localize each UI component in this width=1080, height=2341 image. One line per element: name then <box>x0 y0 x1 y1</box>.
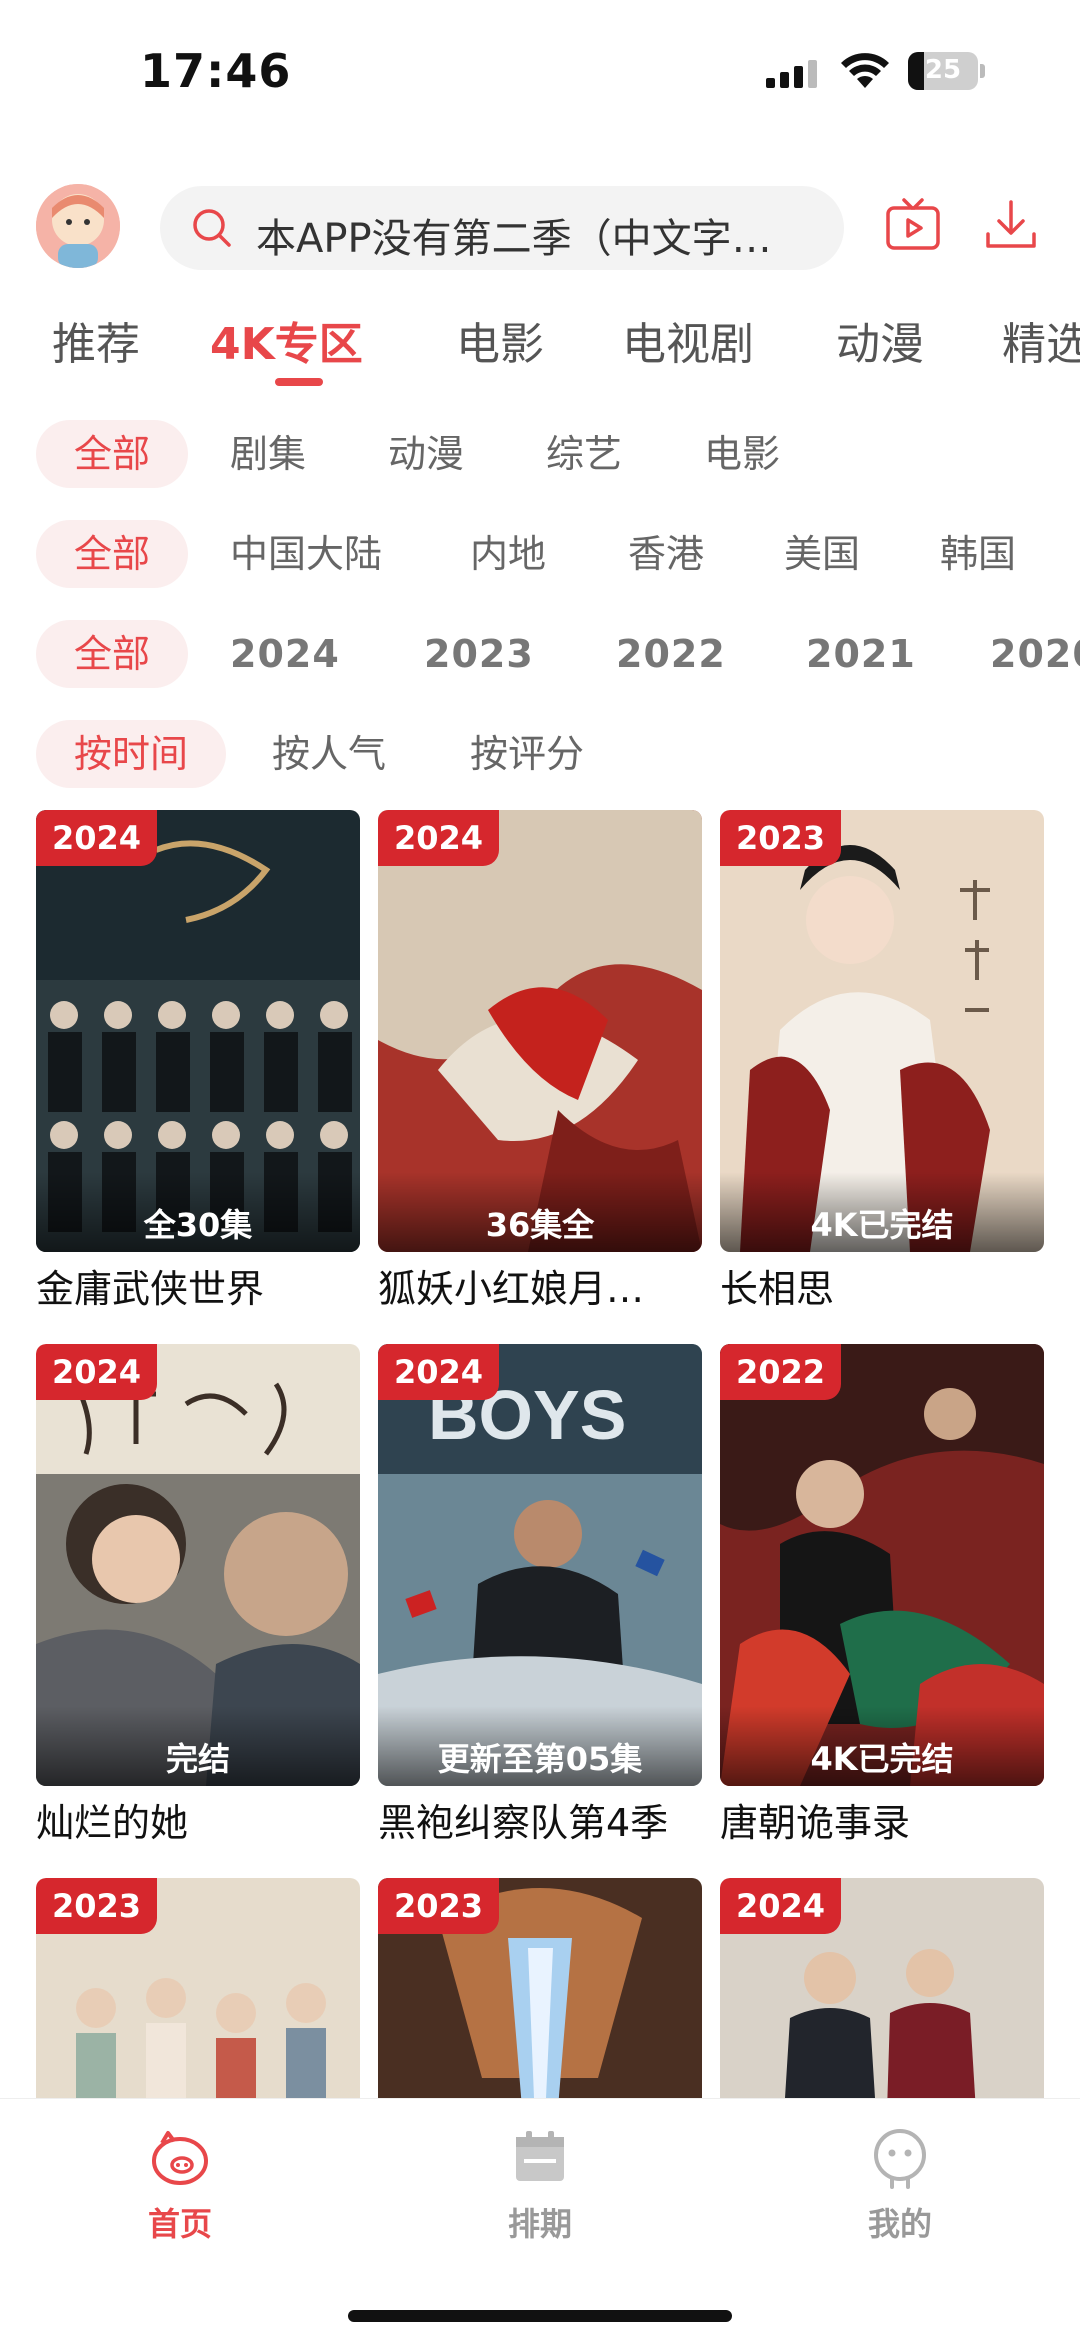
poster[interactable]: 2024 完结 <box>36 1344 360 1786</box>
filter-year-2020[interactable]: 2020 <box>990 620 1080 688</box>
poster[interactable]: 2023 <box>378 1878 702 2098</box>
tab-movies[interactable]: 电影 <box>456 308 544 372</box>
search-input[interactable]: 本APP没有第二季（中文字… <box>256 206 816 264</box>
card-title[interactable]: 长相思 <box>720 1258 1044 1313</box>
active-tab-indicator <box>275 378 323 386</box>
year-badge: 2022 <box>720 1344 842 1400</box>
filter-row-year: 全部 2024 2023 2022 2021 2020 <box>0 610 1080 690</box>
filter-type-all[interactable]: 全部 <box>36 420 189 488</box>
poster[interactable]: 2024 <box>720 1878 1044 2098</box>
year-badge: 2024 <box>378 810 500 866</box>
episode-status: 更新至第05集 <box>378 1706 702 1786</box>
year-badge: 2023 <box>378 1878 500 1934</box>
avatar[interactable] <box>36 184 120 268</box>
filter-year-2023[interactable]: 2023 <box>424 620 534 688</box>
filter-region-all[interactable]: 全部 <box>36 520 189 588</box>
poster[interactable]: 2024 36集全 <box>378 810 702 1252</box>
download-icon[interactable] <box>980 194 1042 256</box>
poster[interactable]: 2023 <box>36 1878 360 2098</box>
search-icon <box>193 209 231 247</box>
tv-history-icon[interactable] <box>882 194 944 256</box>
filter-type-variety[interactable]: 综艺 <box>546 420 622 488</box>
filter-year-2022[interactable]: 2022 <box>616 620 726 688</box>
episode-status: 全30集 <box>36 1172 360 1252</box>
filter-type-movie[interactable]: 电影 <box>704 420 780 488</box>
bottom-nav: 首页 排期 我的 <box>0 2098 1080 2341</box>
home-indicator[interactable] <box>348 2310 732 2322</box>
sort-by-time[interactable]: 按时间 <box>36 720 227 788</box>
filter-row-region: 全部 中国大陆 内地 香港 美国 韩国 <box>0 510 1080 590</box>
battery-tip <box>980 64 985 78</box>
tab-4k[interactable]: 4K专区 <box>210 308 363 372</box>
wifi-icon <box>841 53 889 88</box>
card-title[interactable]: 狐妖小红娘月… <box>378 1258 702 1313</box>
filter-region-mainland[interactable]: 中国大陆 <box>230 520 382 588</box>
card-title[interactable]: 金庸武侠世界 <box>36 1258 360 1313</box>
episode-status: 完结 <box>36 1706 360 1786</box>
filter-type-anime[interactable]: 动漫 <box>388 420 464 488</box>
card-title[interactable]: 黑袍纠察队第4季 <box>378 1792 702 1847</box>
status-time: 17:46 <box>140 44 292 98</box>
calendar-icon <box>516 2131 564 2181</box>
nav-schedule-label: 排期 <box>507 2205 572 2243</box>
filter-region-inland[interactable]: 内地 <box>470 520 546 588</box>
sort-by-rating[interactable]: 按评分 <box>470 720 584 788</box>
status-bar: 17:46 25 <box>0 0 1080 140</box>
filter-year-2021[interactable]: 2021 <box>806 620 916 688</box>
year-badge: 2023 <box>720 810 842 866</box>
poster[interactable]: BOYS 2024 更新至第05集 <box>378 1344 702 1786</box>
year-badge: 2024 <box>720 1878 842 1934</box>
tab-anime[interactable]: 动漫 <box>836 308 924 372</box>
year-badge: 2023 <box>36 1878 158 1934</box>
sort-by-popularity[interactable]: 按人气 <box>272 720 386 788</box>
filter-type-series[interactable]: 剧集 <box>230 420 306 488</box>
poster[interactable]: 2022 4K已完结 <box>720 1344 1044 1786</box>
card-title[interactable]: 唐朝诡事录 <box>720 1792 1044 1847</box>
poster[interactable]: 2023 4K已完结 <box>720 810 1044 1252</box>
content-grid: 2024 全30集 金庸武侠世界 2024 36集全 狐妖小红娘月… 2023 … <box>36 810 1044 2098</box>
category-tabs: 推荐 4K专区 电影 电视剧 动漫 精选 <box>0 300 1080 390</box>
signal-icon <box>766 58 822 88</box>
tab-recommend[interactable]: 推荐 <box>52 308 140 372</box>
nav-home[interactable]: 首页 <box>100 2125 260 2245</box>
episode-status: 4K已完结 <box>720 1706 1044 1786</box>
profile-icon <box>874 2129 926 2189</box>
nav-home-label: 首页 <box>147 2205 212 2243</box>
filter-region-usa[interactable]: 美国 <box>784 520 860 588</box>
episode-status: 4K已完结 <box>720 1172 1044 1252</box>
search-box[interactable]: 本APP没有第二季（中文字… <box>160 186 844 270</box>
card-title[interactable]: 灿烂的她 <box>36 1792 360 1847</box>
tab-tv-series[interactable]: 电视剧 <box>622 308 754 372</box>
battery-level: 25 <box>924 55 962 85</box>
nav-profile-label: 我的 <box>867 2205 932 2243</box>
filter-row-type: 全部 剧集 动漫 综艺 电影 <box>0 410 1080 490</box>
episode-status: 36集全 <box>378 1172 702 1252</box>
poster[interactable]: 2024 全30集 <box>36 810 360 1252</box>
tab-featured[interactable]: 精选 <box>1002 308 1080 372</box>
home-icon <box>152 2131 208 2185</box>
year-badge: 2024 <box>36 810 158 866</box>
filter-region-korea[interactable]: 韩国 <box>940 520 1016 588</box>
year-badge: 2024 <box>36 1344 158 1400</box>
nav-profile[interactable]: 我的 <box>820 2125 980 2245</box>
filter-row-sort: 按时间 按人气 按评分 <box>0 710 1080 790</box>
filter-region-hongkong[interactable]: 香港 <box>628 520 704 588</box>
battery-icon: 25 <box>908 52 978 90</box>
filter-year-2024[interactable]: 2024 <box>230 620 340 688</box>
filter-year-all[interactable]: 全部 <box>36 620 189 688</box>
year-badge: 2024 <box>378 1344 500 1400</box>
nav-schedule[interactable]: 排期 <box>460 2125 620 2245</box>
avatar-image <box>36 184 120 268</box>
